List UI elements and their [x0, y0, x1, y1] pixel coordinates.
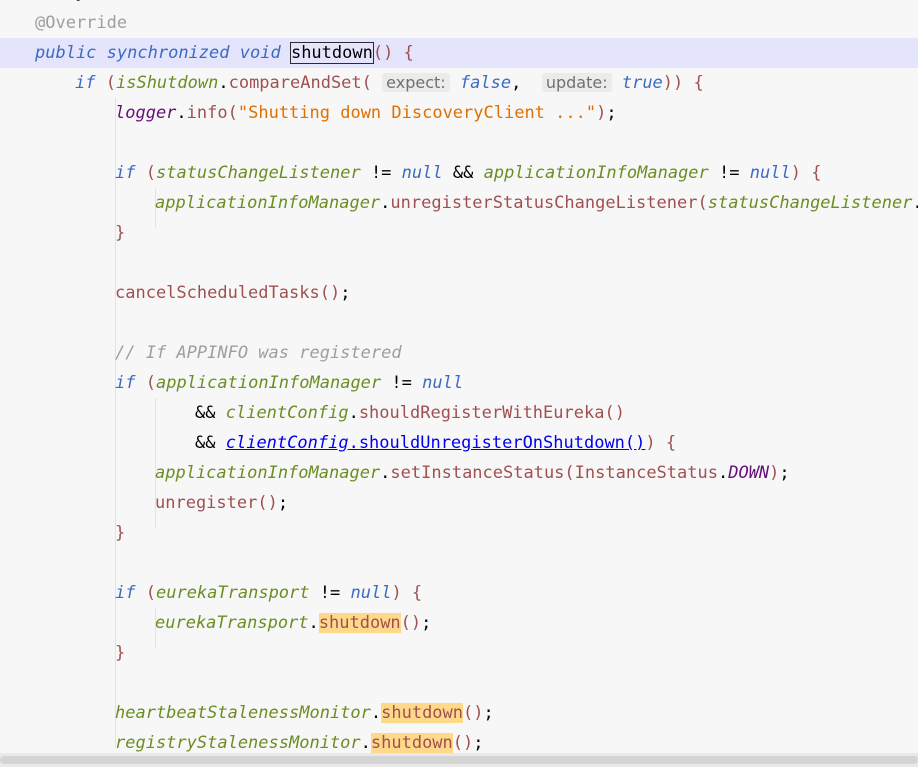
code-line: heartbeatStalenessMonitor.shutdown();: [115, 703, 494, 723]
scrollbar-thumb[interactable]: [0, 756, 918, 764]
code-line: }: [115, 643, 126, 663]
code-line: applicationInfoManager.setInstanceStatus…: [155, 463, 790, 483]
code-line: cancelScheduledTasks();: [115, 283, 351, 303]
annotation-override: @Override: [35, 13, 128, 33]
code-line: @Override: [0, 8, 918, 38]
code-line: if (statusChangeListener != null && appl…: [115, 163, 822, 183]
horizontal-scrollbar[interactable]: [0, 753, 918, 767]
current-code-line: public synchronized void shutdown() {: [0, 38, 918, 68]
code-line: }: [0, 0, 918, 8]
code-line: && clientConfig.shouldRegisterWithEureka…: [195, 403, 625, 423]
code-comment: // If APPINFO was registered: [115, 343, 402, 363]
code-line: // If APPINFO was registered: [0, 338, 918, 368]
code-line: }: [115, 223, 126, 243]
usage-highlight-shutdown[interactable]: shutdown: [370, 733, 453, 753]
code-line: eurekaTransport.shutdown();: [155, 613, 432, 633]
param-hint-update: update:: [541, 73, 612, 92]
usage-highlight-shutdown[interactable]: shutdown: [318, 613, 401, 633]
param-hint-expect: expect:: [382, 73, 450, 92]
code-line: }: [115, 523, 126, 543]
code-line: && clientConfig.shouldUnregisterOnShutdo…: [195, 433, 677, 453]
method-name-shutdown[interactable]: shutdown: [289, 42, 374, 64]
code-line: unregister();: [155, 493, 289, 513]
code-editor[interactable]: } @Override public synchronized void shu…: [0, 0, 918, 767]
code-line: logger.info("Shutting down DiscoveryClie…: [115, 103, 617, 123]
code-line: applicationInfoManager.unregisterStatusC…: [155, 193, 918, 213]
link-shouldUnregisterOnShutdown[interactable]: clientConfig.shouldUnregisterOnShutdown(…: [226, 433, 646, 453]
code-line: if (isShutdown.compareAndSet( expect: fa…: [75, 73, 704, 93]
code-line: if (applicationInfoManager != null: [115, 373, 464, 393]
usage-highlight-shutdown[interactable]: shutdown: [381, 703, 464, 723]
code-line: if (eurekaTransport != null) {: [115, 583, 423, 603]
